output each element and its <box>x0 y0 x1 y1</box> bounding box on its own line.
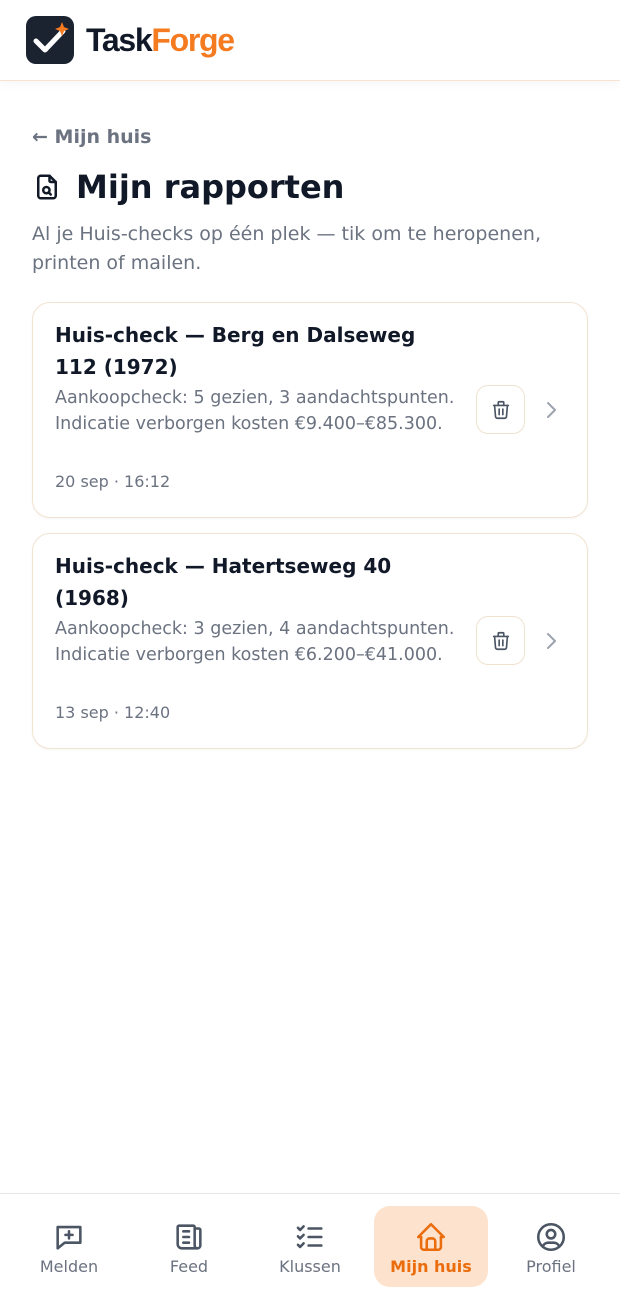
nav-item-mijn-huis[interactable]: Mijn huis <box>374 1206 488 1287</box>
report-description: Aankoopcheck: 5 gezien, 3 aandachtspunte… <box>55 388 455 434</box>
nav-label: Melden <box>39 1257 99 1276</box>
report-title: Huis-check — Hatertseweg 40 (1968) <box>55 554 392 610</box>
newspaper-icon <box>176 1224 202 1250</box>
brand-name-part2: Forge <box>151 22 235 58</box>
nav-item-melden[interactable]: Melden <box>12 1206 126 1287</box>
bottom-nav: Melden Feed Klussen Mijn huis Profiel <box>0 1193 620 1298</box>
nav-label: Feed <box>169 1257 209 1276</box>
trash-icon <box>492 400 509 419</box>
brand-name-part1: Task <box>86 22 153 58</box>
report-date: 13 sep · 12:40 <box>55 703 171 722</box>
report-date: 20 sep · 16:12 <box>55 472 171 491</box>
back-link[interactable]: ← Mijn huis <box>32 123 151 151</box>
chevron-right-icon <box>547 633 556 649</box>
nav-item-profiel[interactable]: Profiel <box>494 1206 608 1287</box>
message-plus-icon <box>56 1225 82 1250</box>
report-description: Aankoopcheck: 3 gezien, 4 aandachtspunte… <box>55 619 455 665</box>
app-header: TaskForge <box>0 0 620 81</box>
report-card[interactable]: Huis-check — Berg en Dalseweg 112 (1972)… <box>32 302 588 518</box>
checklist-icon <box>296 1225 323 1249</box>
delete-report-button[interactable] <box>476 385 525 434</box>
delete-report-button[interactable] <box>476 616 525 665</box>
nav-label: Mijn huis <box>390 1257 472 1276</box>
brand-name[interactable]: TaskForge <box>86 18 235 62</box>
page-subtitle: Al je Huis-checks op één plek — tik om t… <box>32 223 541 274</box>
nav-label: Klussen <box>279 1257 341 1276</box>
app-root: TaskForge ← Mijn huis Mijn rapporten Al … <box>0 0 620 1298</box>
home-icon <box>416 1222 446 1252</box>
chevron-right-icon <box>547 402 556 418</box>
user-circle-icon <box>536 1222 566 1252</box>
nav-item-klussen[interactable]: Klussen <box>253 1206 367 1287</box>
trash-icon <box>492 631 509 650</box>
page-title: Mijn rapporten <box>76 168 345 206</box>
report-card[interactable]: Huis-check — Hatertseweg 40 (1968) Aanko… <box>32 533 588 749</box>
nav-item-feed[interactable]: Feed <box>132 1206 246 1287</box>
nav-label: Profiel <box>526 1257 576 1276</box>
logo-icon <box>26 16 74 64</box>
report-file-icon <box>37 174 57 200</box>
report-title: Huis-check — Berg en Dalseweg 112 (1972) <box>55 323 416 379</box>
